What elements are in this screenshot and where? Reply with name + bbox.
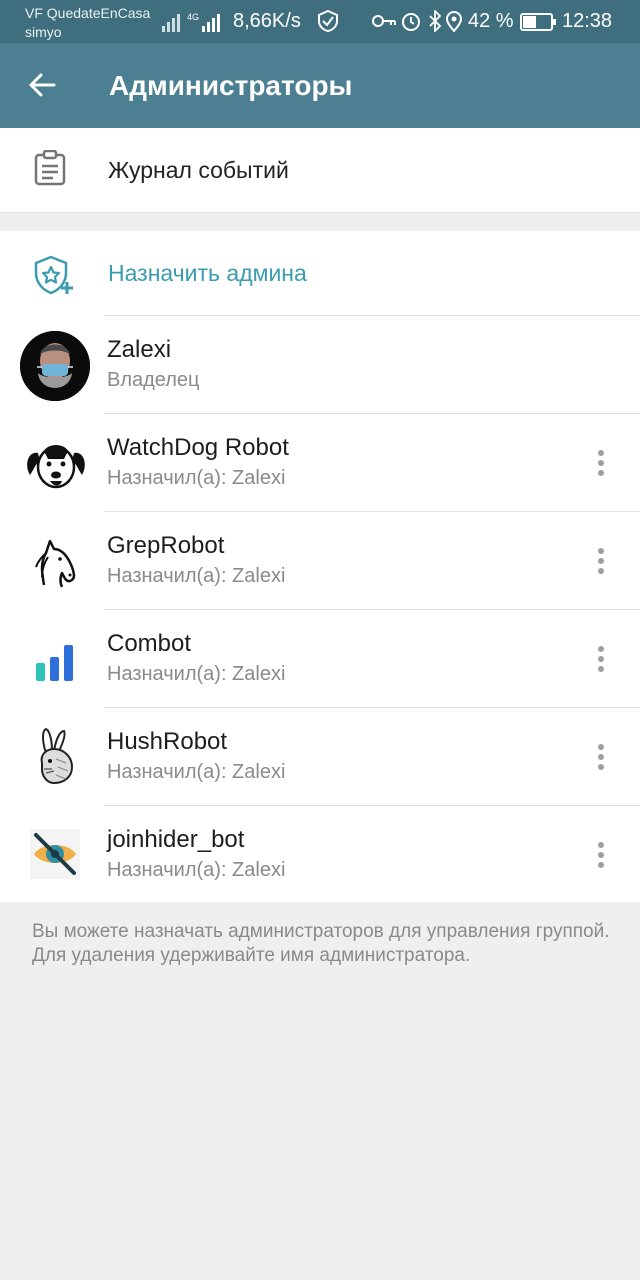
admin-row-zalexi[interactable]: Zalexi Владелец (0, 316, 640, 414)
help-text: Вы можете назначать администраторов для … (32, 920, 612, 968)
rabbit-avatar (20, 723, 90, 793)
admin-row-joinhider-bot[interactable]: joinhider_bot Назначил(а): Zalexi (0, 806, 640, 904)
clipboard-icon (34, 150, 66, 186)
more-vert-icon[interactable] (586, 840, 616, 870)
person-avatar (20, 331, 90, 401)
eye-avatar (30, 829, 80, 879)
more-vert-icon[interactable] (586, 742, 616, 772)
more-vert-icon[interactable] (586, 546, 616, 576)
admin-name: WatchDog Robot (107, 434, 289, 461)
signal-icon: 4G (162, 12, 220, 32)
help-text-line: Для удаления удерживайте имя администрат… (32, 945, 471, 966)
shield-star-add-icon (34, 255, 73, 295)
horse-avatar (20, 527, 90, 597)
event-log-row[interactable]: Журнал событий (0, 128, 640, 213)
location-icon (445, 11, 462, 32)
svg-text:4G: 4G (187, 12, 199, 22)
status-icons (372, 10, 462, 32)
app-bar: Администраторы (0, 43, 640, 128)
arrow-left-icon (29, 73, 56, 97)
carrier-name-secondary: simyo (25, 24, 62, 40)
assign-admin-label: Назначить админа (108, 260, 307, 286)
carrier-name: VF QuedateEnCasa (25, 5, 151, 21)
admin-assigned-by: Назначил(а): Zalexi (107, 467, 286, 489)
admin-role: Владелец (107, 369, 200, 391)
event-log-label: Журнал событий (108, 157, 289, 183)
admin-assigned-by: Назначил(а): Zalexi (107, 565, 286, 587)
shield-check-icon (318, 10, 338, 32)
battery-percent: 42 % (468, 10, 514, 32)
admin-assigned-by: Назначил(а): Zalexi (107, 761, 286, 783)
battery-icon (520, 13, 556, 31)
admin-row-hushrobot[interactable]: HushRobot Назначил(а): Zalexi (0, 708, 640, 806)
admin-row-combot[interactable]: Combot Назначил(а): Zalexi (0, 610, 640, 708)
admin-row-watchdog-robot[interactable]: WatchDog Robot Назначил(а): Zalexi (0, 414, 640, 512)
dog-avatar (20, 429, 90, 499)
bluetooth-icon (429, 10, 442, 32)
admin-row-greprobot[interactable]: GrepRobot Назначил(а): Zalexi (0, 512, 640, 610)
admin-assigned-by: Назначил(а): Zalexi (107, 663, 286, 685)
key-icon (372, 15, 396, 27)
admin-assigned-by: Назначил(а): Zalexi (107, 859, 286, 881)
admin-name: HushRobot (107, 728, 228, 755)
assign-admin-button[interactable]: Назначить админа (0, 231, 640, 316)
back-button[interactable] (22, 65, 62, 105)
alarm-icon (402, 13, 420, 31)
admin-name: Combot (107, 630, 192, 657)
admins-section: Назначить админа Zalexi Владелец WatchDo… (0, 231, 640, 902)
network-speed: 8,66K/s (233, 10, 301, 32)
page-title: Администраторы (109, 70, 353, 101)
admin-name: joinhider_bot (107, 826, 245, 853)
more-vert-icon[interactable] (586, 644, 616, 674)
status-bar: VF QuedateEnCasa simyo 4G 8,66K/s 42 % 1… (0, 0, 640, 43)
bar-chart-avatar (20, 625, 90, 695)
admin-name: Zalexi (107, 336, 172, 363)
admin-name: GrepRobot (107, 532, 225, 559)
clock: 12:38 (562, 10, 613, 32)
more-vert-icon[interactable] (586, 448, 616, 478)
help-text-line: Вы можете назначать администраторов для … (32, 921, 610, 942)
